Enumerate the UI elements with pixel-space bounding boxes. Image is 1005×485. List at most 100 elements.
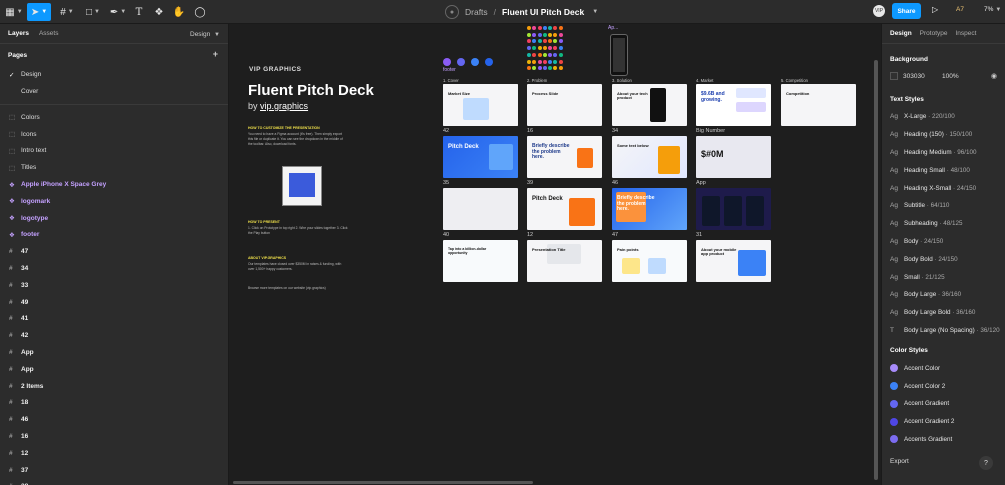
shape-tool-button[interactable]: □ ▼ [82, 3, 104, 21]
slide-thumbnail[interactable]: About your mobile app product [696, 240, 771, 282]
slide-frame-label[interactable]: 5. Competition [781, 78, 808, 83]
layer-item[interactable]: #47 [0, 243, 228, 260]
layer-item[interactable]: #37 [0, 462, 228, 479]
color-style-item[interactable]: Accent Color 2 [882, 377, 1005, 395]
text-style-item[interactable]: Ag Subheading · 48/125 [882, 215, 1005, 233]
file-name[interactable]: Fluent UI Pitch Deck [502, 7, 584, 17]
slide-frame-label[interactable]: 2. Problem [527, 78, 547, 83]
doc-by-link[interactable]: vip.graphics [260, 101, 308, 111]
design-dropdown[interactable]: Design ▼ [190, 31, 220, 38]
present-play-icon[interactable]: ▷ [932, 5, 938, 14]
layer-item[interactable]: #2 Items [0, 378, 228, 395]
slide-thumbnail[interactable]: Tap into a billion-dollar opportunity [443, 240, 518, 282]
tab-design[interactable]: Design [890, 30, 912, 37]
layer-item[interactable]: ⬚ Icons [0, 126, 228, 143]
slide-thumbnail[interactable]: Some text below [612, 136, 687, 178]
layer-item[interactable]: #12 [0, 445, 228, 462]
footer-component[interactable] [443, 58, 493, 66]
layer-item[interactable]: #34 [0, 260, 228, 277]
slide-frame-label[interactable]: 3. Solution [612, 78, 632, 83]
slide-frame-label[interactable]: 4. Market [696, 78, 713, 83]
slide-thumbnail[interactable]: Pitch Deck [443, 136, 518, 178]
slide-thumbnail[interactable]: Briefly describe the problem here. [527, 136, 602, 178]
canvas[interactable]: VIP GRAPHICS Fluent Pitch Deck by vip.gr… [230, 24, 881, 485]
color-style-item[interactable]: Accents Gradient [882, 431, 1005, 449]
ai-button[interactable]: A7 [956, 6, 964, 13]
footer-label[interactable]: footer [443, 67, 456, 73]
text-style-item[interactable]: T Body Large (No Spacing) · 36/120 [882, 322, 1005, 340]
breadcrumb-drafts[interactable]: Drafts [465, 7, 488, 17]
slide-thumbnail[interactable]: Pitch Deck [527, 188, 602, 230]
layer-item[interactable]: # App [0, 361, 228, 378]
color-style-item[interactable]: Accent Gradient [882, 395, 1005, 413]
layer-item[interactable]: ⬚ Titles [0, 159, 228, 176]
export-button[interactable]: Export [890, 458, 909, 465]
share-button[interactable]: Share [892, 3, 921, 19]
slide-frame-label[interactable]: 16 [527, 128, 533, 134]
layer-item[interactable]: #16 [0, 428, 228, 445]
comment-tool-button[interactable]: ◯ [193, 3, 207, 21]
text-style-item[interactable]: Ag Heading Medium · 96/100 [882, 144, 1005, 162]
text-style-item[interactable]: Ag Small · 21/125 [882, 268, 1005, 286]
slide-thumbnail[interactable]: $#0M [696, 136, 771, 178]
slide-frame-label[interactable]: App [696, 180, 706, 186]
layer-item[interactable]: ❖ logomark [0, 193, 228, 210]
slide-frame-label[interactable]: 46 [612, 180, 618, 186]
text-style-item[interactable]: Ag Heading (150) · 150/100 [882, 126, 1005, 144]
frame-tool-button[interactable]: # ▼ [56, 3, 78, 21]
chevron-down-icon[interactable]: ▼ [592, 9, 598, 15]
app-component-label[interactable]: Ap... [608, 25, 618, 31]
text-style-item[interactable]: Ag Heading X-Small · 24/150 [882, 179, 1005, 197]
team-icon[interactable]: ● [445, 5, 459, 19]
layer-item[interactable]: ⬚ Colors [0, 109, 228, 126]
layer-item[interactable]: #41 [0, 311, 228, 328]
eye-icon[interactable]: ◉ [991, 72, 997, 80]
slide-thumbnail[interactable]: Competition [781, 84, 856, 126]
layer-item[interactable]: ❖ logotype [0, 210, 228, 227]
text-style-item[interactable]: Ag Body Large · 36/160 [882, 286, 1005, 304]
icons-component-grid[interactable] [527, 26, 563, 72]
slide-frame-label[interactable]: Big Number [696, 128, 725, 134]
color-style-item[interactable]: Accent Color [882, 359, 1005, 377]
slide-frame-label[interactable]: 34 [612, 128, 618, 134]
layer-item[interactable]: # App [0, 344, 228, 361]
tab-assets[interactable]: Assets [39, 30, 59, 37]
text-style-item[interactable]: Ag Body · 24/150 [882, 233, 1005, 251]
layer-item[interactable]: #49 [0, 294, 228, 311]
text-style-item[interactable]: Ag Heading Small · 48/100 [882, 161, 1005, 179]
slide-thumbnail[interactable]: $9.6B and growing. [696, 84, 771, 126]
iphone-mockup[interactable] [610, 34, 628, 76]
slide-thumbnail[interactable]: Briefly describe the problem here. [612, 188, 687, 230]
tab-layers[interactable]: Layers [8, 30, 29, 37]
cover-document-frame[interactable]: VIP GRAPHICS Fluent Pitch Deck by vip.gr… [244, 62, 424, 322]
page-item-design[interactable]: ✓ Design [0, 66, 228, 83]
slide-thumbnail[interactable] [696, 188, 771, 230]
slide-thumbnail[interactable] [443, 188, 518, 230]
tab-inspect[interactable]: Inspect [956, 30, 977, 37]
color-style-item[interactable]: Accent Gradient 2 [882, 413, 1005, 431]
text-style-item[interactable]: Ag Body Large Bold · 36/160 [882, 304, 1005, 322]
text-tool-button[interactable]: T [132, 3, 146, 21]
layer-item[interactable]: ⬚ Intro text [0, 143, 228, 160]
avatar[interactable]: VIP [873, 5, 885, 17]
layer-item[interactable]: #18 [0, 395, 228, 412]
background-swatch[interactable] [890, 72, 898, 80]
move-tool-button[interactable]: ➤ ▼ [27, 3, 51, 21]
main-menu-button[interactable]: ▦ ▼ [4, 3, 24, 21]
horizontal-scrollbar[interactable] [233, 481, 533, 484]
layer-item[interactable]: ❖ Apple iPhone X Space Grey [0, 176, 228, 193]
background-hex[interactable]: 303030 [903, 73, 925, 80]
slide-frame-label[interactable]: 31 [696, 232, 702, 238]
page-item-cover[interactable]: Cover [0, 83, 228, 100]
layer-item[interactable]: #46 [0, 411, 228, 428]
slide-frame-label[interactable]: 47 [612, 232, 618, 238]
add-page-icon[interactable]: + [213, 49, 218, 59]
slide-thumbnail[interactable]: Process Slide [527, 84, 602, 126]
slide-frame-label[interactable]: 12 [527, 232, 533, 238]
slide-thumbnail[interactable]: Market Size [443, 84, 518, 126]
slide-frame-label[interactable]: 35 [443, 180, 449, 186]
background-fill-row[interactable]: 303030 100% ◉ [882, 68, 1005, 84]
text-style-item[interactable]: Ag Subtitle · 64/110 [882, 197, 1005, 215]
slide-frame-label[interactable]: 42 [443, 128, 449, 134]
resources-button[interactable]: ❖ [152, 3, 166, 21]
